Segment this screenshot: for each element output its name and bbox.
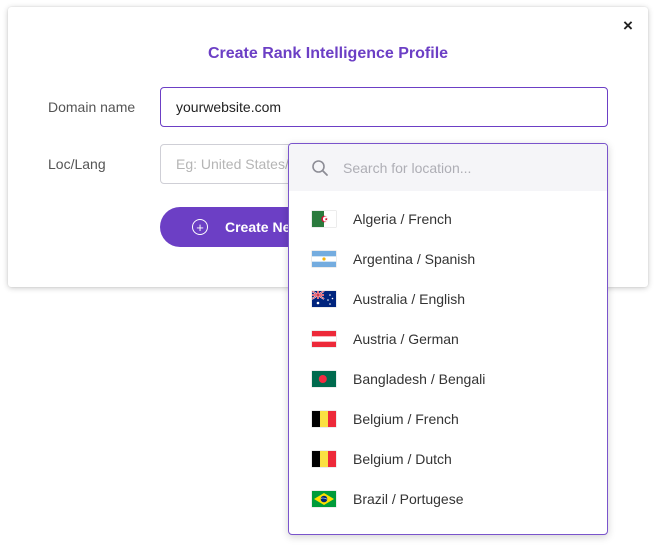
- close-button[interactable]: ×: [619, 17, 637, 35]
- location-option-label: Australia / English: [353, 291, 466, 307]
- location-dropdown: Algeria / French Argentina / Spanish: [288, 143, 608, 535]
- modal-title: Create Rank Intelligence Profile: [207, 45, 449, 62]
- search-icon: [312, 159, 328, 176]
- location-option-algeria-french[interactable]: Algeria / French: [289, 199, 607, 239]
- location-option-austria-german[interactable]: Austria / German: [289, 319, 607, 359]
- belgium-flag-icon: [312, 451, 336, 467]
- domain-name-input[interactable]: [160, 87, 608, 127]
- location-option-australia-english[interactable]: Australia / English: [289, 279, 607, 319]
- location-option-label: Belgium / French: [353, 411, 459, 427]
- location-options-list: Algeria / French Argentina / Spanish Aus…: [289, 191, 607, 519]
- algeria-flag-icon: [312, 211, 336, 227]
- location-option-belgium-french[interactable]: Belgium / French: [289, 399, 607, 439]
- bangladesh-flag-icon: [312, 371, 336, 387]
- belgium-flag-icon: [312, 411, 336, 427]
- location-option-label: Bangladesh / Bengali: [353, 371, 486, 387]
- australia-flag-icon: [312, 291, 336, 307]
- austria-flag-icon: [312, 331, 336, 347]
- location-option-label: Argentina / Spanish: [353, 251, 476, 267]
- loc-lang-label: Loc/Lang: [48, 156, 106, 172]
- location-option-belgium-dutch[interactable]: Belgium / Dutch: [289, 439, 607, 479]
- brazil-flag-icon: [312, 491, 336, 507]
- location-search-row: [289, 144, 607, 191]
- location-option-label: Brazil / Portugese: [353, 491, 464, 507]
- argentina-flag-icon: [312, 251, 336, 267]
- location-option-bangladesh-bengali[interactable]: Bangladesh / Bengali: [289, 359, 607, 399]
- location-option-label: Algeria / French: [353, 211, 452, 227]
- location-option-label: Austria / German: [353, 331, 459, 347]
- location-option-argentina-spanish[interactable]: Argentina / Spanish: [289, 239, 607, 279]
- location-search-input[interactable]: [343, 159, 583, 176]
- location-option-label: Belgium / Dutch: [353, 451, 452, 467]
- plus-circle-icon: +: [192, 219, 208, 235]
- location-option-brazil-portugese[interactable]: Brazil / Portugese: [289, 479, 607, 519]
- domain-name-label: Domain name: [48, 99, 136, 115]
